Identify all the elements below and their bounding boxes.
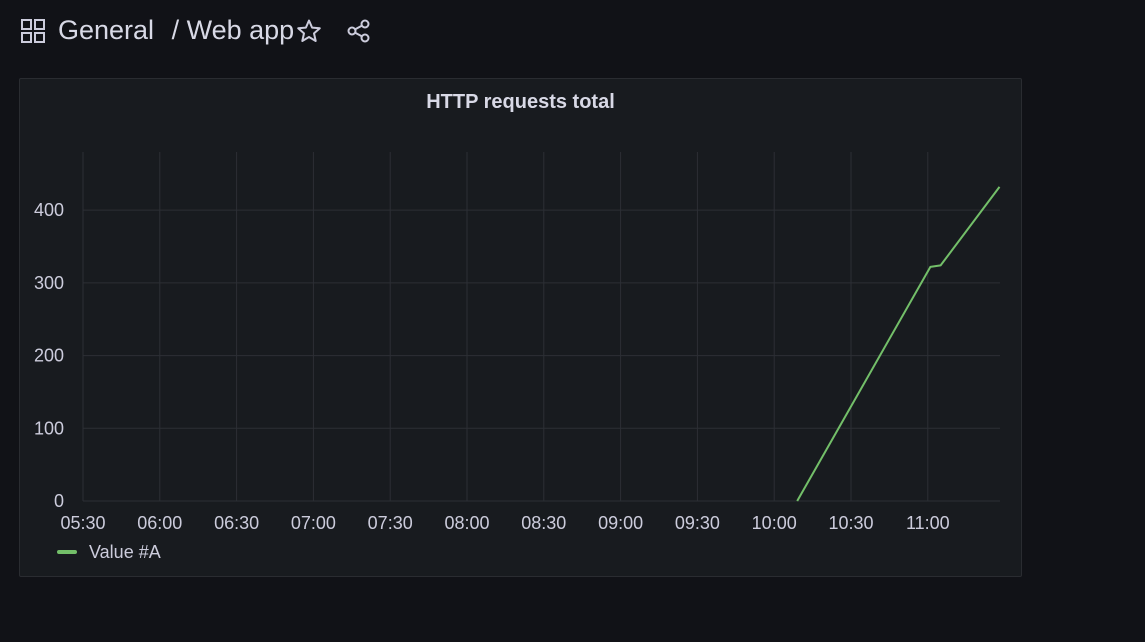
share-icon[interactable] [346, 18, 372, 44]
x-tick-label: 08:00 [444, 513, 489, 533]
series-line [796, 186, 1001, 502]
dashboard-title[interactable]: Web app [187, 15, 295, 45]
x-tick-label: 07:30 [368, 513, 413, 533]
apps-icon[interactable] [20, 18, 46, 44]
x-tick-label: 06:30 [214, 513, 259, 533]
x-tick-label: 07:00 [291, 513, 336, 533]
y-tick-label: 100 [34, 418, 64, 438]
x-tick-label: 09:30 [675, 513, 720, 533]
x-tick-label: 10:00 [752, 513, 797, 533]
breadcrumb-folder[interactable]: General [58, 15, 154, 45]
x-tick-label: 06:00 [137, 513, 182, 533]
x-tick-label: 10:30 [828, 513, 873, 533]
y-tick-label: 200 [34, 346, 64, 366]
y-tick-label: 300 [34, 273, 64, 293]
x-tick-label: 08:30 [521, 513, 566, 533]
chart-panel: HTTP requests total 0 100 200 300 400 05:30 06… [19, 78, 1022, 577]
legend-swatch [57, 550, 77, 554]
star-icon[interactable] [296, 18, 322, 44]
time-series-chart[interactable]: 0 100 200 300 400 05:30 06:00 06:30 07:00 07:30 08… [20, 79, 1023, 539]
y-tick-label: 0 [54, 491, 64, 511]
legend-item[interactable]: Value #A [57, 541, 161, 563]
y-tick-label: 400 [34, 200, 64, 220]
x-tick-label: 09:00 [598, 513, 643, 533]
breadcrumb: General / Web app [58, 13, 294, 47]
legend-label: Value #A [89, 541, 161, 562]
x-tick-label: 11:00 [906, 513, 950, 533]
x-tick-label: 05:30 [60, 513, 105, 533]
breadcrumb-separator: / [171, 15, 180, 45]
dashboard-header: General / Web app [0, 0, 1145, 62]
